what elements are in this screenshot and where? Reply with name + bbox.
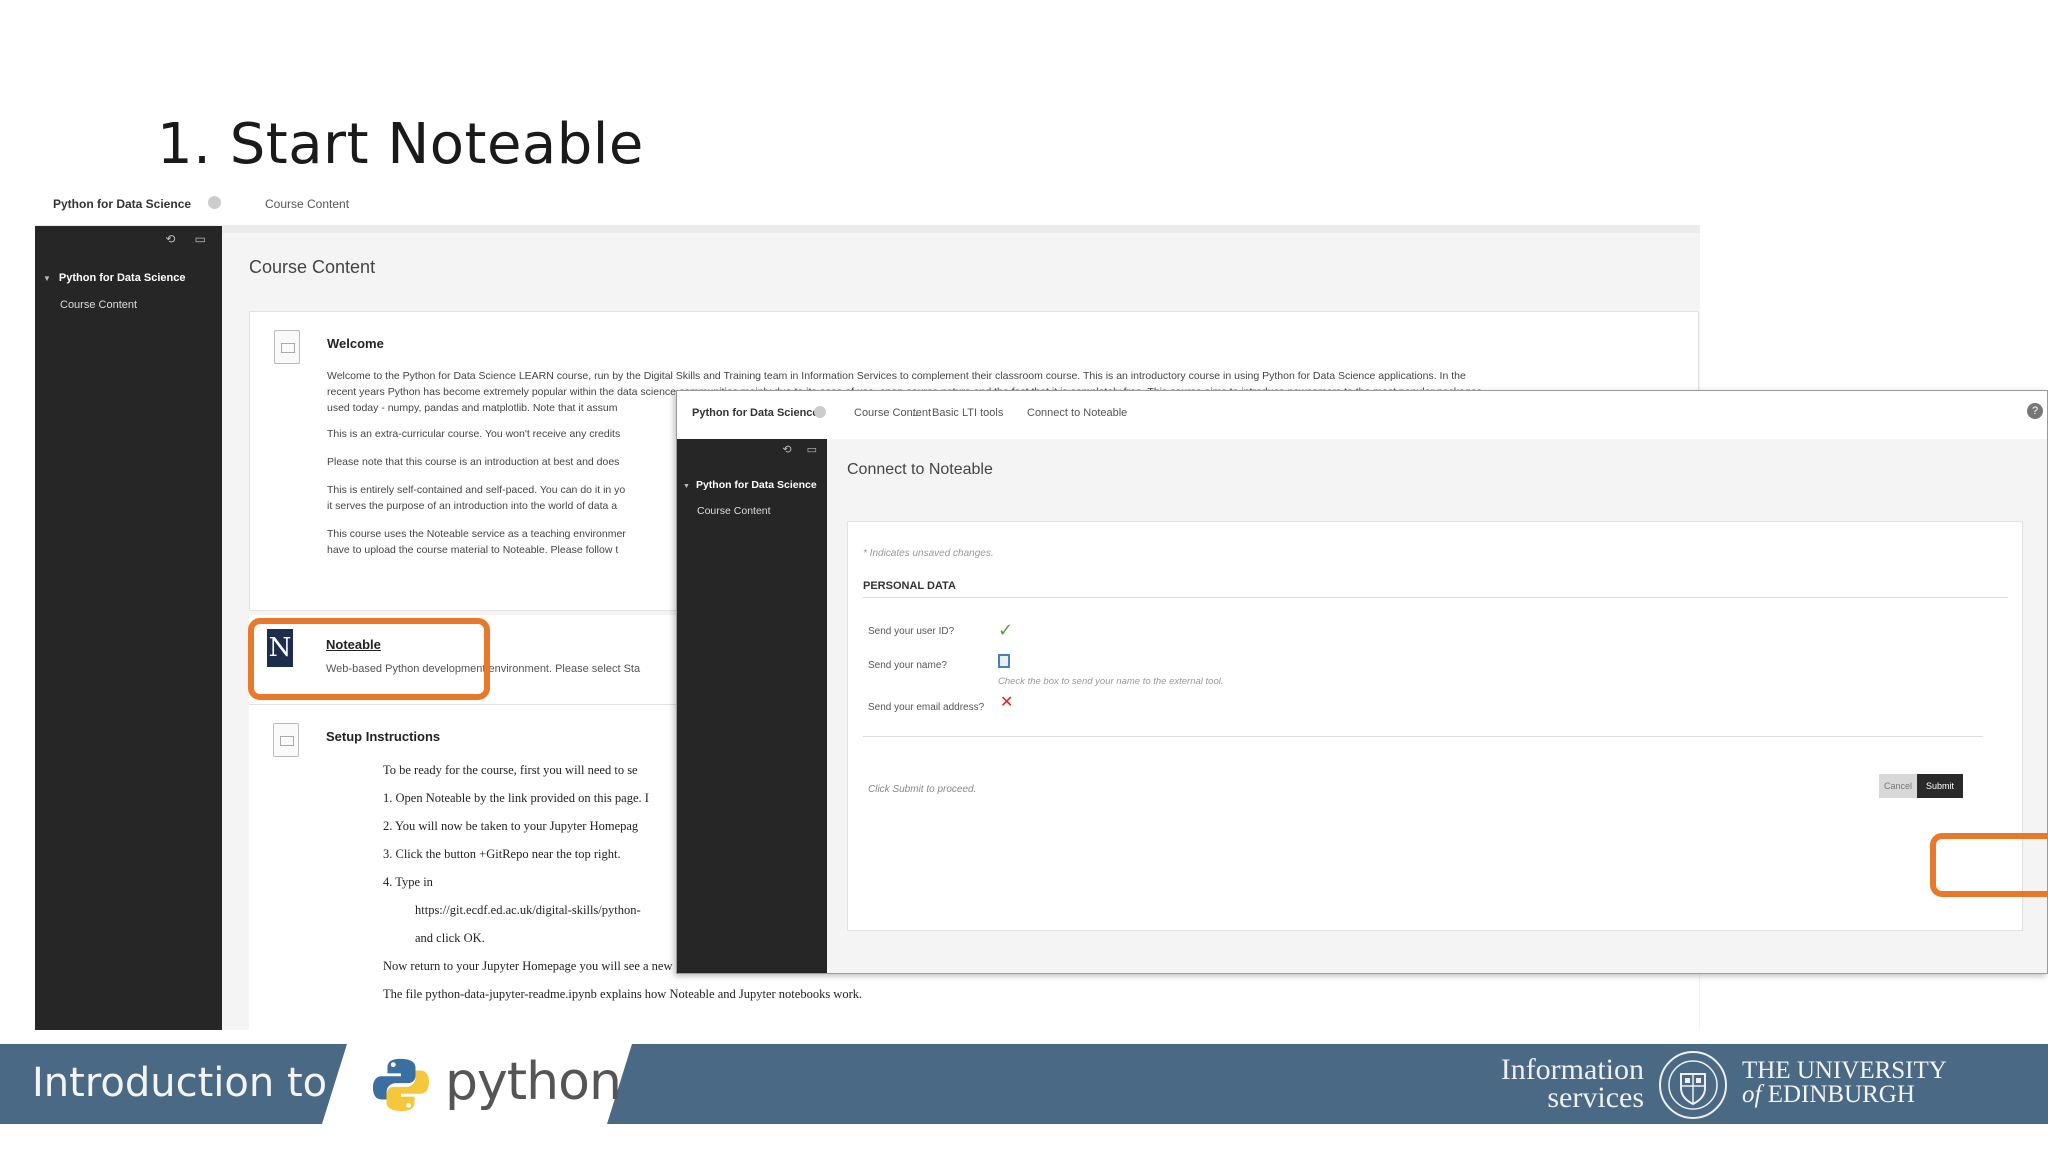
- course-intro-text: Introduction to: [32, 1060, 328, 1106]
- send-name-checkbox[interactable]: [998, 654, 1010, 668]
- divider: [863, 736, 1983, 737]
- setup-line: 1. Open Noteable by the link provided on…: [383, 791, 649, 805]
- cross-icon: ✕: [1000, 694, 1014, 711]
- chevron-down-icon: ▼: [683, 483, 690, 490]
- welcome-text: Welcome to the Python for Data Science L…: [327, 370, 1466, 382]
- document-icon: [274, 330, 300, 364]
- breadcrumb-menu-icon[interactable]: [814, 406, 826, 418]
- submit-button[interactable]: Submit: [1917, 774, 1963, 798]
- connect-content-area: Connect to Noteable * Indicates unsaved …: [827, 439, 2047, 973]
- setup-line: To be ready for the course, first you wi…: [383, 763, 638, 777]
- check-icon: ✓: [998, 620, 1014, 640]
- python-wordmark: python: [445, 1052, 622, 1112]
- page-title: Course Content: [249, 257, 376, 277]
- divider: [863, 597, 2008, 598]
- chevron-down-icon: ▼: [43, 274, 51, 283]
- sidebar-item-course-content[interactable]: Course Content: [697, 505, 771, 517]
- sidebar-item-course-content[interactable]: Course Content: [60, 299, 137, 311]
- unsaved-note: * Indicates unsaved changes.: [863, 548, 994, 559]
- proceed-text: Click Submit to proceed.: [868, 784, 977, 795]
- email-label: Send your email address?: [868, 702, 985, 713]
- document-icon: [273, 723, 299, 757]
- footer-banner: Introduction to python Information servi…: [0, 1044, 2048, 1124]
- submit-highlight-box: [1930, 833, 2048, 897]
- course-sidebar: ⟲ ▭ ▼ Python for Data Science Course Cont…: [35, 226, 222, 1030]
- lti-form: * Indicates unsaved changes. PERSONAL DA…: [847, 521, 2023, 931]
- setup-line: 4. Type in: [383, 875, 433, 889]
- breadcrumb: Python for Data Science Course Content .…: [677, 391, 2047, 439]
- name-hint: Check the box to send your name to the e…: [998, 676, 1224, 687]
- university-seal-icon: [1659, 1051, 1727, 1119]
- divider: [35, 225, 1700, 233]
- slide-title: 1. Start Noteable: [157, 112, 644, 177]
- setup-title: Setup Instructions: [326, 729, 441, 744]
- sidebar-item-course[interactable]: ▼ Python for Data Science: [683, 479, 817, 491]
- breadcrumb-lti-tools[interactable]: Basic LTI tools: [932, 407, 1003, 419]
- sidebar-item-course[interactable]: ▼ Python for Data Science: [43, 272, 185, 284]
- course-sidebar: ⟲ ▭ ▼ Python for Data Science Course Cont…: [677, 439, 827, 973]
- breadcrumb-page: Course Content: [265, 197, 350, 211]
- connect-noteable-screenshot: Python for Data Science Course Content .…: [676, 390, 2048, 974]
- breadcrumb-connect: Connect to Noteable: [1027, 407, 1128, 419]
- university-name: THE UNIVERSITY of EDINBURGH: [1742, 1057, 1947, 1108]
- section-heading: PERSONAL DATA: [863, 580, 956, 592]
- sidebar-tools-icon[interactable]: ⟲ ▭: [782, 443, 823, 456]
- breadcrumb-course[interactable]: Python for Data Science: [53, 197, 191, 211]
- setup-line: The file python-data-jupyter-readme.ipyn…: [383, 987, 863, 1001]
- cancel-button[interactable]: Cancel: [1879, 774, 1917, 798]
- python-logo-icon: [372, 1058, 430, 1112]
- breadcrumb-menu-icon[interactable]: [208, 196, 221, 209]
- page-title: Connect to Noteable: [847, 461, 993, 478]
- breadcrumb-separator: ...: [912, 407, 922, 419]
- sidebar-tools-icon[interactable]: ⟲ ▭: [165, 232, 214, 246]
- setup-line: 3. Click the button +GitRepo near the to…: [383, 847, 621, 861]
- uni-line: THE UNIVERSITY: [1742, 1057, 1947, 1084]
- setup-line: 2. You will now be taken to your Jupyter…: [383, 819, 639, 833]
- name-label: Send your name?: [868, 660, 947, 671]
- info-line: Information: [1500, 1053, 1644, 1086]
- uni-line: of EDINBURGH: [1742, 1081, 1915, 1108]
- information-services-logo: Information services: [1468, 1053, 1644, 1114]
- user-id-label: Send your user ID?: [868, 626, 955, 637]
- breadcrumb-course[interactable]: Python for Data Science: [692, 407, 819, 419]
- welcome-title: Welcome: [327, 336, 384, 351]
- noteable-highlight-box: [248, 618, 490, 700]
- help-icon[interactable]: ?: [2027, 403, 2043, 419]
- breadcrumb: Python for Data Science Course Content: [35, 190, 1700, 226]
- info-line: services: [1547, 1081, 1644, 1114]
- setup-line: and click OK.: [415, 931, 485, 945]
- repo-url: https://git.ecdf.ed.ac.uk/digital-skills…: [415, 903, 641, 917]
